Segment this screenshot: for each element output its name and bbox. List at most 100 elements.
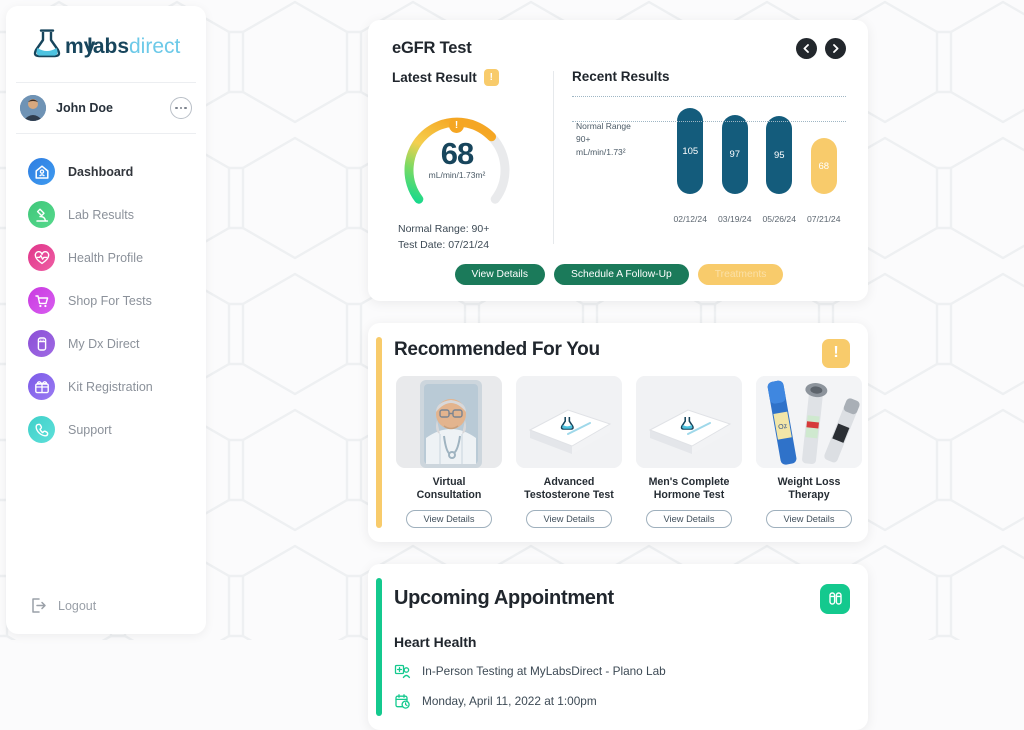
sidebar-nav: Dashboard Lab Results Health Profile Shop F… [6,134,206,597]
recent-results-heading: Recent Results [572,69,670,84]
view-details-button[interactable]: View Details [454,263,545,285]
test-date-text: Test Date: 07/21/24 [398,238,490,251]
chevron-right-icon[interactable] [825,38,846,59]
chart-bar-value: 105 [682,145,699,157]
lab-location-icon [394,664,411,679]
logout-button[interactable]: Logout [30,597,206,614]
logo-direct: direct [129,35,181,58]
view-details-button[interactable]: View Details [766,509,852,528]
brand-logo[interactable]: my labs direct [6,6,206,82]
chart-bar-label: 05/26/24 [762,214,796,224]
product-name: Advanced Testosterone Test [524,475,614,501]
logo-labs: labs [87,35,129,58]
appointment-datetime-row: Monday, April 11, 2022 at 1:00pm [394,693,850,710]
sidebar-item-label: My Dx Direct [68,336,140,351]
view-details-button[interactable]: View Details [406,509,492,528]
product-name: Virtual Consultation [416,475,482,501]
sidebar-item-label: Support [68,422,112,437]
egfr-unit: mL/min/1.73m² [428,170,486,180]
injection-pens-photo: Oz [756,375,862,468]
product-name: Men's Complete Hormone Test [648,475,730,501]
appointment-subtitle: Heart Health [394,633,477,650]
sidebar-item-kit-registration[interactable]: Kit Registration [6,365,206,408]
user-name: John Doe [56,101,113,115]
chart-normal-range-note: Normal Range 90+ mL/min/1.73² [576,120,631,160]
egfr-value: 68 [440,136,474,171]
microscope-icon [28,201,55,228]
product-card[interactable]: Oz Weight Loss Therapy View Details [756,375,862,528]
chart-bars: 105 02/12/24 97 03/19/24 95 05/26/24 68 07/21/2… [668,96,846,226]
egfr-test-card: eGFR Test Latest Result ! ! 68 mL/min/1.… [368,20,868,301]
logout-icon [32,598,46,613]
view-details-button[interactable]: View Details [646,509,732,528]
chart-bar[interactable]: 95 [766,116,793,194]
sidebar-item-dashboard[interactable]: Dashboard [6,150,206,193]
egfr-gauge: ! 68 mL/min/1.73m² [392,96,522,218]
vial-icon [28,330,55,357]
user-profile-row[interactable]: John Doe [6,83,206,133]
sidebar-item-health-profile[interactable]: Health Profile [6,236,206,279]
egfr-action-buttons: View Details Schedule A Follow-Up Treatmen… [392,263,846,285]
chart-bar-label: 03/19/24 [718,214,752,224]
chart-bar[interactable]: 97 [721,114,748,194]
chart-bar-column: 95 05/26/24 [757,96,802,226]
carousel-arrows [796,38,846,59]
sidebar-item-support[interactable]: Support [6,408,206,451]
chart-bar-label: 02/12/24 [673,214,707,224]
warning-badge-icon: ! [483,69,499,86]
chart-bar-column: 97 03/19/24 [713,96,758,226]
cart-icon [28,287,55,314]
card-accent-bar [376,336,382,528]
product-name: Weight Loss Therapy [777,475,841,501]
egfr-range-info: Normal Range: 90+ Test Date: 07/21/24 [392,222,547,254]
phone-icon [28,416,55,443]
product-card[interactable]: Advanced Testosterone Test View Details [516,375,622,528]
chart-bar[interactable]: 68 [810,138,837,194]
chart-bar-value: 95 [773,149,785,161]
product-list: Virtual Consultation View Details Advanced T… [394,375,862,528]
calendar-clock-icon [395,694,410,709]
recommended-title: Recommended For You [394,338,600,360]
product-card[interactable]: Men's Complete Hormone Test View Details [636,375,742,528]
gauge-warning-icon: ! [449,118,464,133]
appointment-location: In-Person Testing at MyLabsDirect - Plan… [422,664,666,679]
warning-badge-icon: ! [822,338,850,368]
avatar [20,95,46,121]
sidebar-item-label: Health Profile [68,250,144,265]
sidebar-item-lab-results[interactable]: Lab Results [6,193,206,236]
schedule-a-follow-up-button[interactable]: Schedule A Follow-Up [554,263,689,285]
card-accent-bar [376,577,382,716]
kit-box-icon [28,373,55,400]
recent-results-panel: Recent Results Normal Range 90+ mL/min/1… [572,69,846,254]
chart-bar-label: 07/21/24 [807,214,841,224]
view-details-button[interactable]: View Details [526,509,612,528]
latest-result-label: Latest Result [392,70,477,85]
recommended-card: Recommended For You ! Virtual Consultatio… [368,322,868,542]
treatments-button[interactable]: Treatments [697,263,784,285]
chart-bar-column: 68 07/21/24 [802,96,847,226]
logout-label: Logout [58,598,97,613]
sidebar-item-label: Lab Results [68,207,135,222]
sidebar-item-my-dx-direct[interactable]: My Dx Direct [6,322,206,365]
test-kit-box-photo [636,375,742,468]
appointment-title: Upcoming Appointment [394,587,614,610]
note-line-1: Normal Range [576,121,631,131]
chart-gridline-upper [572,96,846,97]
doctor-video-photo [396,375,502,468]
chevron-left-icon[interactable] [796,38,817,59]
sidebar-item-shop-for-tests[interactable]: Shop For Tests [6,279,206,322]
product-card[interactable]: Virtual Consultation View Details [396,375,502,528]
ellipsis-icon[interactable] [170,97,192,119]
test-kit-box-photo [516,375,622,468]
divider [553,71,554,244]
appointment-location-row: In-Person Testing at MyLabsDirect - Plan… [394,663,850,680]
heartbeat-icon [28,244,55,271]
main-content: eGFR Test Latest Result ! ! 68 mL/min/1.… [368,0,868,730]
sidebar-item-label: Shop For Tests [68,293,152,308]
chart-bar-value: 68 [818,160,830,172]
normal-range-text: Normal Range: 90+ [398,223,490,235]
sidebar-item-label: Dashboard [68,164,134,179]
latest-result-panel: Latest Result ! ! 68 mL/min/1.73m² Norma… [392,69,547,254]
note-line-3: mL/min/1.73² [576,147,626,158]
latest-result-heading: Latest Result ! [392,69,547,86]
